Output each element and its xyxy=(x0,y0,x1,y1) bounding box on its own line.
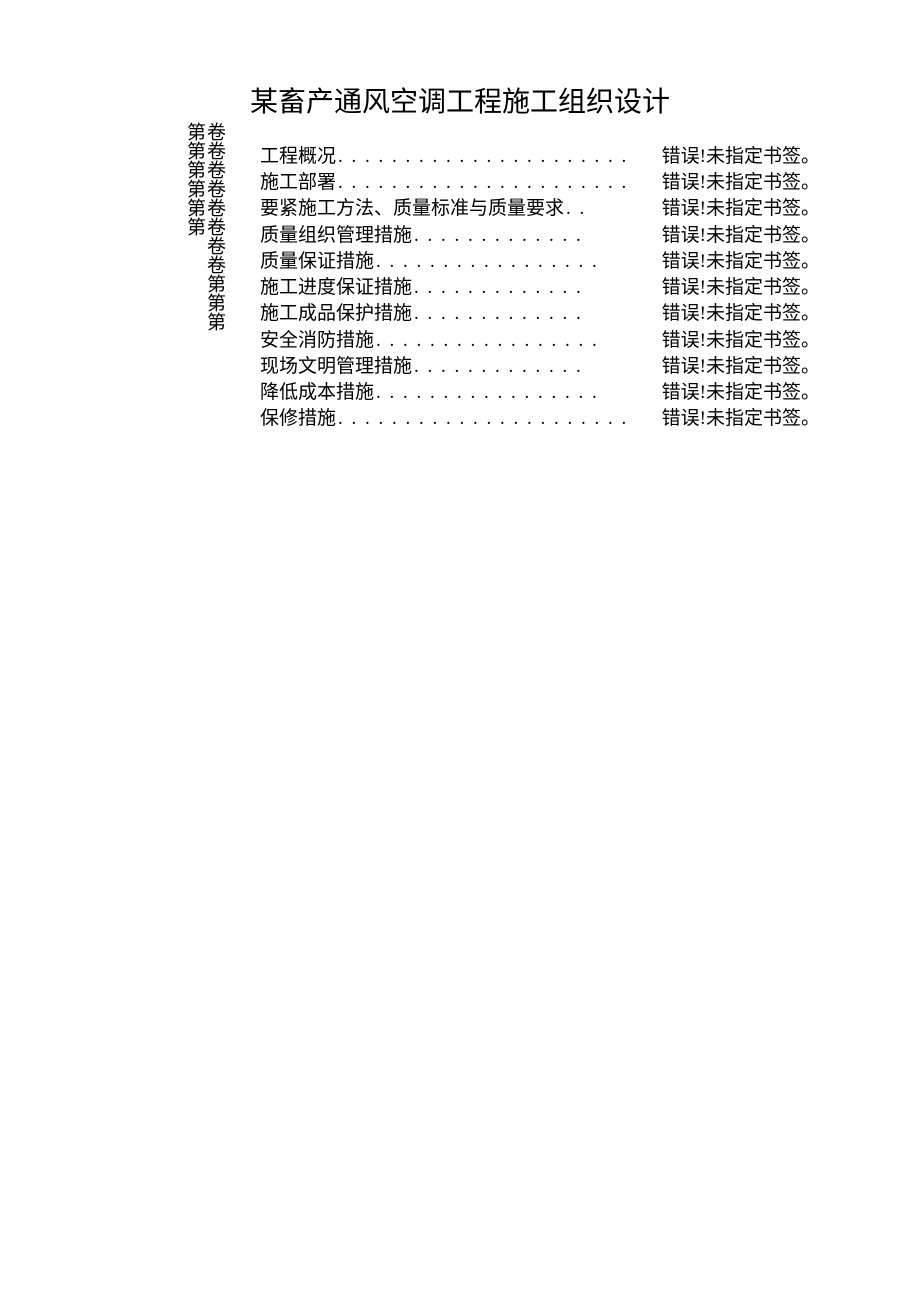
toc-row: 现场文明管理措施 . . . . . . . . . . . . . 错误!未指… xyxy=(260,354,820,380)
toc-label: 施工部署 xyxy=(260,170,336,196)
toc-label: 质量组织管理措施 xyxy=(260,223,412,249)
toc-dots: . . . . . . . . . . . . . xyxy=(412,223,662,249)
toc-label: 安全消防措施 xyxy=(260,328,374,354)
toc-page: 错误!未指定书签。 xyxy=(662,249,820,275)
toc-dots: . . . . . . . . . . . . . . . . . . . . … xyxy=(336,170,662,196)
document-page: 某畜产通风空调工程施工组织设计 卷卷卷卷卷卷卷卷第第第 第第第第第第 工程概况 … xyxy=(0,0,920,432)
toc-row: 施工部署 . . . . . . . . . . . . . . . . . .… xyxy=(260,170,820,196)
toc-dots: . . . . . . . . . . . . . xyxy=(412,301,662,327)
toc-page: 错误!未指定书签。 xyxy=(662,144,820,170)
toc-dots: . . . . . . . . . . . . . xyxy=(412,354,662,380)
toc-row: 保修措施 . . . . . . . . . . . . . . . . . .… xyxy=(260,406,820,432)
toc-page: 错误!未指定书签。 xyxy=(662,328,820,354)
toc-page: 错误!未指定书签。 xyxy=(662,406,820,432)
toc-page: 错误!未指定书签。 xyxy=(662,170,820,196)
toc-label: 施工成品保护措施 xyxy=(260,301,412,327)
toc-dots: . . . . . . . . . . . . . . . . . . . . … xyxy=(336,144,662,170)
toc-label: 现场文明管理措施 xyxy=(260,354,412,380)
toc-dots: . . xyxy=(564,196,662,222)
toc-dots: . . . . . . . . . . . . . . . . . . . . … xyxy=(336,406,662,432)
toc-label: 质量保证措施 xyxy=(260,249,374,275)
toc-page: 错误!未指定书签。 xyxy=(662,196,820,222)
toc-label: 保修措施 xyxy=(260,406,336,432)
toc-row: 降低成本措施 . . . . . . . . . . . . . . . . .… xyxy=(260,380,820,406)
toc-label: 工程概况 xyxy=(260,144,336,170)
toc-page: 错误!未指定书签。 xyxy=(662,275,820,301)
table-of-contents: 工程概况 . . . . . . . . . . . . . . . . . .… xyxy=(260,144,820,432)
toc-row: 工程概况 . . . . . . . . . . . . . . . . . .… xyxy=(260,144,820,170)
toc-dots: . . . . . . . . . . . . . . . . . xyxy=(374,380,662,406)
toc-row: 施工进度保证措施 . . . . . . . . . . . . . 错误!未指… xyxy=(260,275,820,301)
toc-dots: . . . . . . . . . . . . . xyxy=(412,275,662,301)
toc-label: 要紧施工方法、质量标准与质量要求 xyxy=(260,196,564,222)
toc-row: 质量组织管理措施 . . . . . . . . . . . . . 错误!未指… xyxy=(260,223,820,249)
toc-row: 要紧施工方法、质量标准与质量要求 . . 错误!未指定书签。 xyxy=(260,196,820,222)
toc-row: 安全消防措施 . . . . . . . . . . . . . . . . .… xyxy=(260,328,820,354)
toc-dots: . . . . . . . . . . . . . . . . . xyxy=(374,249,662,275)
toc-dots: . . . . . . . . . . . . . . . . . xyxy=(374,328,662,354)
toc-page: 错误!未指定书签。 xyxy=(662,380,820,406)
toc-row: 质量保证措施 . . . . . . . . . . . . . . . . .… xyxy=(260,249,820,275)
document-title: 某畜产通风空调工程施工组织设计 xyxy=(0,80,920,120)
toc-page: 错误!未指定书签。 xyxy=(662,301,820,327)
toc-page: 错误!未指定书签。 xyxy=(662,354,820,380)
toc-row: 施工成品保护措施 . . . . . . . . . . . . . 错误!未指… xyxy=(260,301,820,327)
toc-label: 降低成本措施 xyxy=(260,380,374,406)
toc-page: 错误!未指定书签。 xyxy=(662,223,820,249)
toc-label: 施工进度保证措施 xyxy=(260,275,412,301)
content-wrap: 工程概况 . . . . . . . . . . . . . . . . . .… xyxy=(180,144,780,432)
